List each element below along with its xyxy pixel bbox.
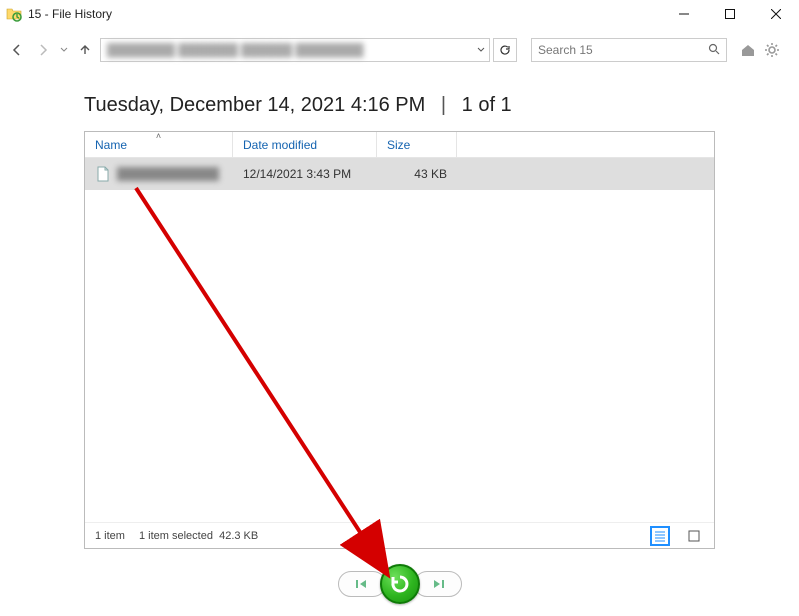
snapshot-page-indicator: 1 of 1: [462, 94, 512, 116]
close-button[interactable]: [753, 0, 799, 28]
maximize-button[interactable]: [707, 0, 753, 28]
window-title: 15 - File History: [28, 7, 112, 21]
column-header-date[interactable]: Date modified: [233, 132, 377, 158]
status-item-count: 1 item: [95, 530, 125, 542]
file-name: ████████████: [117, 167, 223, 181]
restore-button[interactable]: [380, 564, 420, 604]
search-input[interactable]: Search 15: [531, 38, 727, 62]
home-icon[interactable]: [739, 41, 757, 59]
column-header-spacer: [457, 132, 714, 158]
details-view-button[interactable]: [650, 526, 670, 546]
minimize-button[interactable]: [661, 0, 707, 28]
back-button[interactable]: [6, 39, 28, 61]
address-path: ████████ ███████ ██████ ████████: [101, 39, 471, 61]
status-selection: 1 item selected 42.3 KB: [139, 530, 258, 542]
snapshot-heading: Tuesday, December 14, 2021 4:16 PM | 1 o…: [84, 94, 799, 117]
app-icon: [6, 6, 22, 22]
address-dropdown-icon[interactable]: [471, 39, 489, 61]
gear-icon[interactable]: [763, 41, 781, 59]
column-headers: ˄ Name Date modified Size: [85, 132, 714, 158]
table-row[interactable]: ████████████ 12/14/2021 3:43 PM 43 KB: [85, 158, 714, 190]
file-date: 12/14/2021 3:43 PM: [233, 167, 377, 181]
previous-version-button[interactable]: [338, 571, 386, 597]
thumbnails-view-button[interactable]: [684, 526, 704, 546]
status-bar: 1 item 1 item selected 42.3 KB: [85, 522, 714, 548]
file-rows[interactable]: ████████████ 12/14/2021 3:43 PM 43 KB: [85, 158, 714, 522]
sort-ascending-icon: ˄: [156, 131, 161, 141]
heading-divider: |: [441, 94, 446, 116]
up-button[interactable]: [74, 39, 96, 61]
forward-button[interactable]: [32, 39, 54, 61]
snapshot-timestamp: Tuesday, December 14, 2021 4:16 PM: [84, 94, 425, 116]
column-header-name-label: Name: [95, 138, 127, 152]
file-list-panel: ˄ Name Date modified Size ████████████ 1…: [84, 131, 715, 549]
column-header-size[interactable]: Size: [377, 132, 457, 158]
column-header-date-label: Date modified: [243, 138, 317, 152]
column-header-size-label: Size: [387, 138, 410, 152]
refresh-button[interactable]: [493, 38, 517, 62]
address-bar[interactable]: ████████ ███████ ██████ ████████: [100, 38, 490, 62]
next-version-button[interactable]: [414, 571, 462, 597]
history-dropdown-icon[interactable]: [60, 43, 68, 57]
file-icon: [95, 166, 111, 182]
search-placeholder: Search 15: [538, 43, 708, 57]
title-bar: 15 - File History: [0, 0, 799, 28]
toolbar: ████████ ███████ ██████ ████████ Search …: [0, 32, 799, 68]
column-header-name[interactable]: ˄ Name: [85, 132, 233, 158]
navigation-controls: [0, 564, 799, 604]
window-controls: [661, 0, 799, 28]
file-size: 43 KB: [377, 167, 457, 181]
search-icon: [708, 43, 720, 58]
